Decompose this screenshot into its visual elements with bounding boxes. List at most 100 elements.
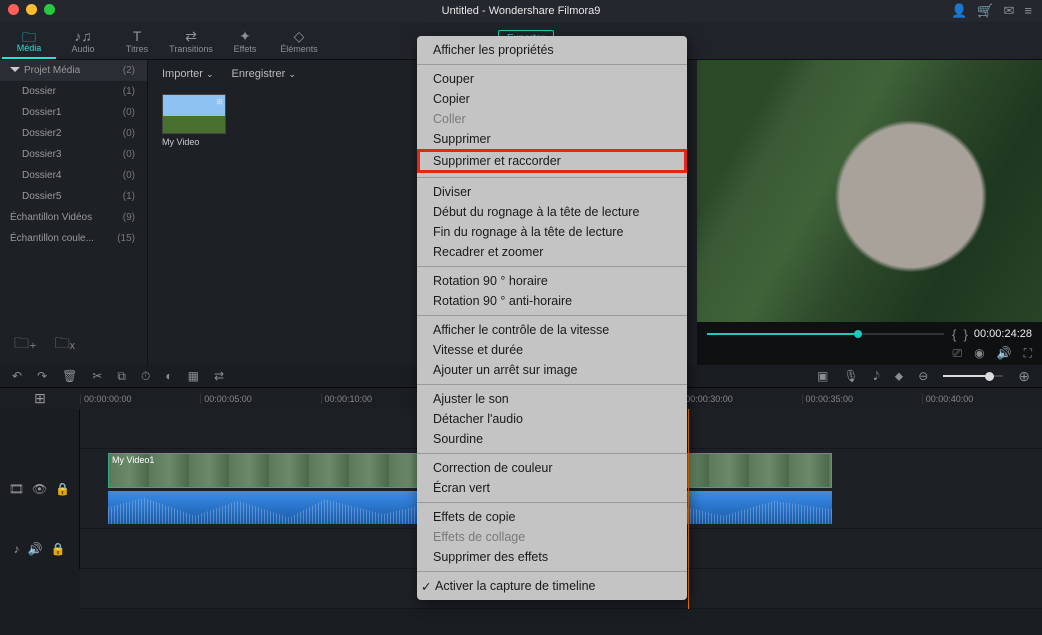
menu-item-mute[interactable]: Sourdine bbox=[417, 429, 687, 449]
mixer-icon[interactable]: ▣ bbox=[817, 369, 828, 383]
timecode: 00:00:24:28 bbox=[974, 328, 1032, 340]
sidebar-samples-color[interactable]: Échantillon coule...(15) bbox=[0, 228, 147, 249]
menu-item-detach-audio[interactable]: Détacher l'audio bbox=[417, 409, 687, 429]
settings-icon[interactable]: ⇄ bbox=[214, 369, 224, 383]
undo-icon[interactable]: ↶ bbox=[12, 369, 22, 383]
preview-panel: { } 00:00:24:28 ⎚ ◉ 🔊 ⛶ bbox=[697, 60, 1042, 365]
camera-icon[interactable]: ◉ bbox=[974, 346, 984, 365]
playhead[interactable] bbox=[688, 409, 689, 609]
menu-item-crop[interactable]: Recadrer et zoomer bbox=[417, 242, 687, 262]
music-icon[interactable]: ♪ bbox=[14, 542, 20, 556]
menu-item-rot-cw[interactable]: Rotation 90 ° horaire bbox=[417, 271, 687, 291]
menu-icon[interactable]: ≡ bbox=[1024, 3, 1032, 19]
zoom-slider[interactable] bbox=[943, 375, 1003, 377]
tab-effects[interactable]: ✦Effets bbox=[218, 22, 272, 59]
marker-icon[interactable]: { } bbox=[952, 327, 968, 342]
tab-audio[interactable]: ♪♫Audio bbox=[56, 22, 110, 59]
folder-icon: 🗀 bbox=[22, 27, 36, 43]
video-icon[interactable]: 🎞 bbox=[9, 482, 24, 496]
menu-item-color[interactable]: Correction de couleur bbox=[417, 458, 687, 478]
fullscreen-icon[interactable]: ⛶ bbox=[1024, 346, 1032, 365]
menu-item-cut[interactable]: Couper bbox=[417, 69, 687, 89]
delete-folder-icon[interactable]: 🗀ₓ bbox=[55, 333, 75, 358]
chevron-down-icon: ⌄ bbox=[288, 69, 296, 79]
lock-icon[interactable]: 🔒 bbox=[51, 542, 66, 556]
sidebar-folder[interactable]: Dossier3(0) bbox=[0, 144, 147, 165]
close-icon[interactable] bbox=[8, 4, 19, 15]
save-button[interactable]: Enregistrer⌄ bbox=[232, 68, 296, 80]
redo-icon[interactable]: ↷ bbox=[37, 369, 47, 383]
tab-elements[interactable]: ◇Éléments bbox=[272, 22, 326, 59]
menu-item-green[interactable]: Écran vert bbox=[417, 478, 687, 498]
crop-icon[interactable]: ⧉ bbox=[117, 369, 126, 384]
menu-item-copy-fx[interactable]: Effets de copie bbox=[417, 507, 687, 527]
volume-icon[interactable]: 🔊 bbox=[28, 542, 43, 556]
window-controls bbox=[8, 4, 55, 15]
menu-item-speed-ctrl[interactable]: Afficher le contrôle de la vitesse bbox=[417, 320, 687, 340]
color-icon[interactable]: ◐ bbox=[165, 369, 172, 383]
menu-item-paste-fx: Effets de collage bbox=[417, 527, 687, 547]
new-folder-icon[interactable]: 🗀₊ bbox=[14, 333, 37, 358]
trash-icon[interactable]: 🗑 bbox=[62, 369, 77, 383]
menu-item-ripple-delete[interactable]: Supprimer et raccorder bbox=[417, 149, 687, 173]
cart-icon[interactable]: 🛒 bbox=[977, 3, 993, 19]
thumbnail-image: ⊞ bbox=[162, 94, 226, 134]
menu-item-paste: Coller bbox=[417, 109, 687, 129]
cut-icon[interactable]: ✂ bbox=[92, 369, 102, 383]
zoom-out-icon[interactable]: ⊖ bbox=[918, 369, 928, 383]
preview-scrubber[interactable] bbox=[707, 333, 944, 335]
menu-item-snap[interactable]: Activer la capture de timeline bbox=[417, 576, 687, 596]
chevron-down-icon: ⌄ bbox=[206, 69, 214, 79]
media-sidebar: Projet Média(2) Dossier(1) Dossier1(0) D… bbox=[0, 60, 148, 365]
sidebar-samples-video[interactable]: Échantillon Vidéos(9) bbox=[0, 207, 147, 228]
context-menu: Afficher les propriétés CouperCopierColle… bbox=[417, 36, 687, 600]
menu-item-props[interactable]: Afficher les propriétés bbox=[417, 40, 687, 60]
maximize-icon[interactable] bbox=[44, 4, 55, 15]
audio-icon[interactable]: 𝅘𝅥𝅮 bbox=[874, 369, 880, 384]
menu-item-split[interactable]: Diviser bbox=[417, 182, 687, 202]
green-icon[interactable]: ▦ bbox=[188, 369, 199, 383]
menu-item-freeze[interactable]: Ajouter un arrêt sur image bbox=[417, 360, 687, 380]
sidebar-folder[interactable]: Dossier1(0) bbox=[0, 102, 147, 123]
menu-item-delete[interactable]: Supprimer bbox=[417, 129, 687, 149]
import-button[interactable]: Importer⌄ bbox=[162, 68, 214, 80]
sidebar-root[interactable]: Projet Média(2) bbox=[0, 60, 147, 81]
track-head-video: 🎞 👁 🔒 bbox=[0, 449, 80, 529]
tab-titles[interactable]: TTitres bbox=[110, 22, 164, 59]
timeline-options-icon[interactable]: ⊞ bbox=[0, 390, 80, 407]
media-thumb[interactable]: ⊞ My Video bbox=[162, 94, 228, 147]
menu-item-remove-fx[interactable]: Supprimer des effets bbox=[417, 547, 687, 567]
eye-icon[interactable]: 👁 bbox=[32, 482, 47, 496]
sidebar-folder[interactable]: Dossier2(0) bbox=[0, 123, 147, 144]
tab-transitions[interactable]: ⇄Transitions bbox=[164, 22, 218, 59]
sidebar-folder[interactable]: Dossier4(0) bbox=[0, 165, 147, 186]
thumbnail-label: My Video bbox=[162, 137, 228, 147]
minimize-icon[interactable] bbox=[26, 4, 37, 15]
menu-item-rot-ccw[interactable]: Rotation 90 ° anti-horaire bbox=[417, 291, 687, 311]
menu-item-speed-dur[interactable]: Vitesse et durée bbox=[417, 340, 687, 360]
zoom-in-icon[interactable]: ⊕ bbox=[1018, 368, 1030, 385]
user-icon[interactable]: 👤 bbox=[951, 3, 967, 19]
window-title: Untitled - Wondershare Filmora9 bbox=[442, 5, 601, 17]
tab-media[interactable]: 🗀Média bbox=[2, 22, 56, 59]
mic-icon[interactable]: 🎙 bbox=[843, 369, 858, 383]
titlebar-actions: 👤 🛒 ✉ ≡ bbox=[951, 3, 1032, 19]
menu-item-adjust-audio[interactable]: Ajuster le son bbox=[417, 389, 687, 409]
music-icon: ♪♫ bbox=[74, 28, 92, 44]
menu-item-trim-end[interactable]: Fin du rognage à la tête de lecture bbox=[417, 222, 687, 242]
titlebar: Untitled - Wondershare Filmora9 👤 🛒 ✉ ≡ bbox=[0, 0, 1042, 22]
film-icon: ⊞ bbox=[216, 97, 223, 106]
speed-icon[interactable]: ⏱ bbox=[141, 369, 150, 384]
transition-icon: ⇄ bbox=[185, 28, 197, 44]
menu-item-trim-start[interactable]: Début du rognage à la tête de lecture bbox=[417, 202, 687, 222]
marker-add-icon[interactable]: ⬥ bbox=[895, 369, 903, 384]
sidebar-folder[interactable]: Dossier(1) bbox=[0, 81, 147, 102]
screen-icon[interactable]: ⎚ bbox=[953, 346, 963, 365]
volume-icon[interactable]: 🔊 bbox=[997, 346, 1012, 365]
chevron-down-icon bbox=[10, 67, 20, 72]
mail-icon[interactable]: ✉ bbox=[1004, 3, 1015, 19]
menu-item-copy[interactable]: Copier bbox=[417, 89, 687, 109]
sidebar-folder[interactable]: Dossier5(1) bbox=[0, 186, 147, 207]
lock-icon[interactable]: 🔒 bbox=[55, 482, 70, 496]
sidebar-bottom: 🗀₊ 🗀ₓ bbox=[14, 333, 75, 358]
